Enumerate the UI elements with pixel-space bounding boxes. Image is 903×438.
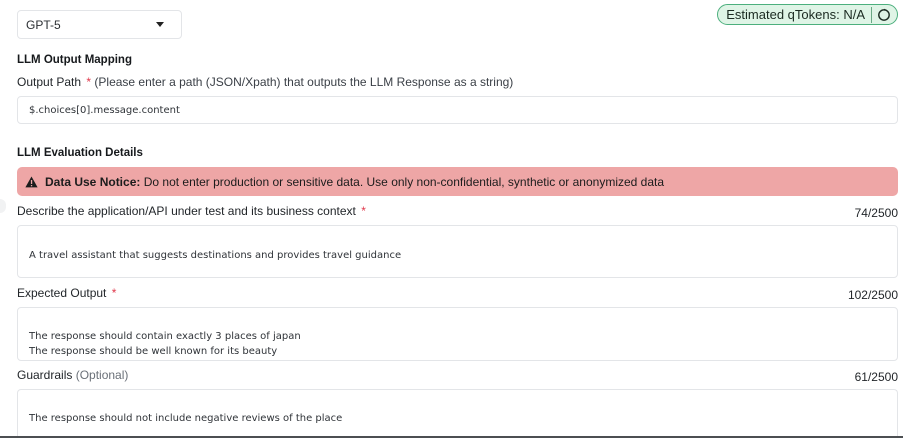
notice-text: Do not enter production or sensitive dat… [143, 174, 665, 189]
expected-output-char-counter: 102/2500 [847, 288, 898, 302]
output-path-hint: (Please enter a path (JSON/Xpath) that o… [94, 75, 514, 89]
context-label-text: Describe the application/API under test … [17, 204, 356, 218]
guardrails-label-text: Guardrails [17, 368, 73, 382]
estimated-tokens-label: Estimated qTokens: N/A [726, 7, 865, 22]
side-handle[interactable] [0, 199, 6, 213]
required-marker: * [111, 286, 117, 300]
refresh-icon[interactable] [871, 6, 892, 23]
model-select[interactable]: GPT-5 [17, 10, 182, 39]
context-value: A travel assistant that suggests destina… [29, 250, 402, 261]
required-marker: * [86, 75, 92, 89]
expected-output-value: The response should contain exactly 3 pl… [29, 331, 301, 357]
context-textarea[interactable]: A travel assistant that suggests destina… [17, 225, 898, 278]
data-use-notice: Data Use Notice: Do not enter production… [17, 167, 898, 196]
expected-output-textarea[interactable]: The response should contain exactly 3 pl… [17, 307, 898, 361]
expected-output-label-text: Expected Output [17, 286, 107, 300]
output-path-value: $.choices[0].message.content [29, 104, 180, 116]
context-char-counter: 74/2500 [854, 206, 898, 220]
output-path-input[interactable]: $.choices[0].message.content [17, 96, 898, 124]
context-label: Describe the application/API under test … [17, 204, 366, 218]
chevron-down-icon[interactable] [156, 22, 164, 27]
guardrails-value: The response should not include negative… [29, 413, 343, 424]
model-select-value: GPT-5 [26, 17, 61, 32]
guardrails-label: Guardrails (Optional) [17, 368, 128, 382]
notice-title: Data Use Notice: [45, 174, 141, 189]
required-marker: * [361, 204, 366, 218]
guardrails-char-counter: 61/2500 [854, 370, 898, 384]
output-mapping-title: LLM Output Mapping [17, 54, 132, 66]
estimated-tokens-badge: Estimated qTokens: N/A [717, 4, 898, 25]
warning-icon [25, 176, 38, 188]
output-path-label: Output Path * (Please enter a path (JSON… [17, 75, 513, 89]
optional-marker: (Optional) [75, 368, 129, 382]
evaluation-details-title: LLM Evaluation Details [17, 147, 143, 159]
expected-output-label: Expected Output * [17, 286, 116, 300]
llm-evaluation-form: GPT-5 Estimated qTokens: N/A LLM Output … [0, 0, 903, 438]
guardrails-textarea[interactable]: The response should not include negative… [17, 389, 898, 438]
output-path-label-text: Output Path [17, 75, 82, 89]
